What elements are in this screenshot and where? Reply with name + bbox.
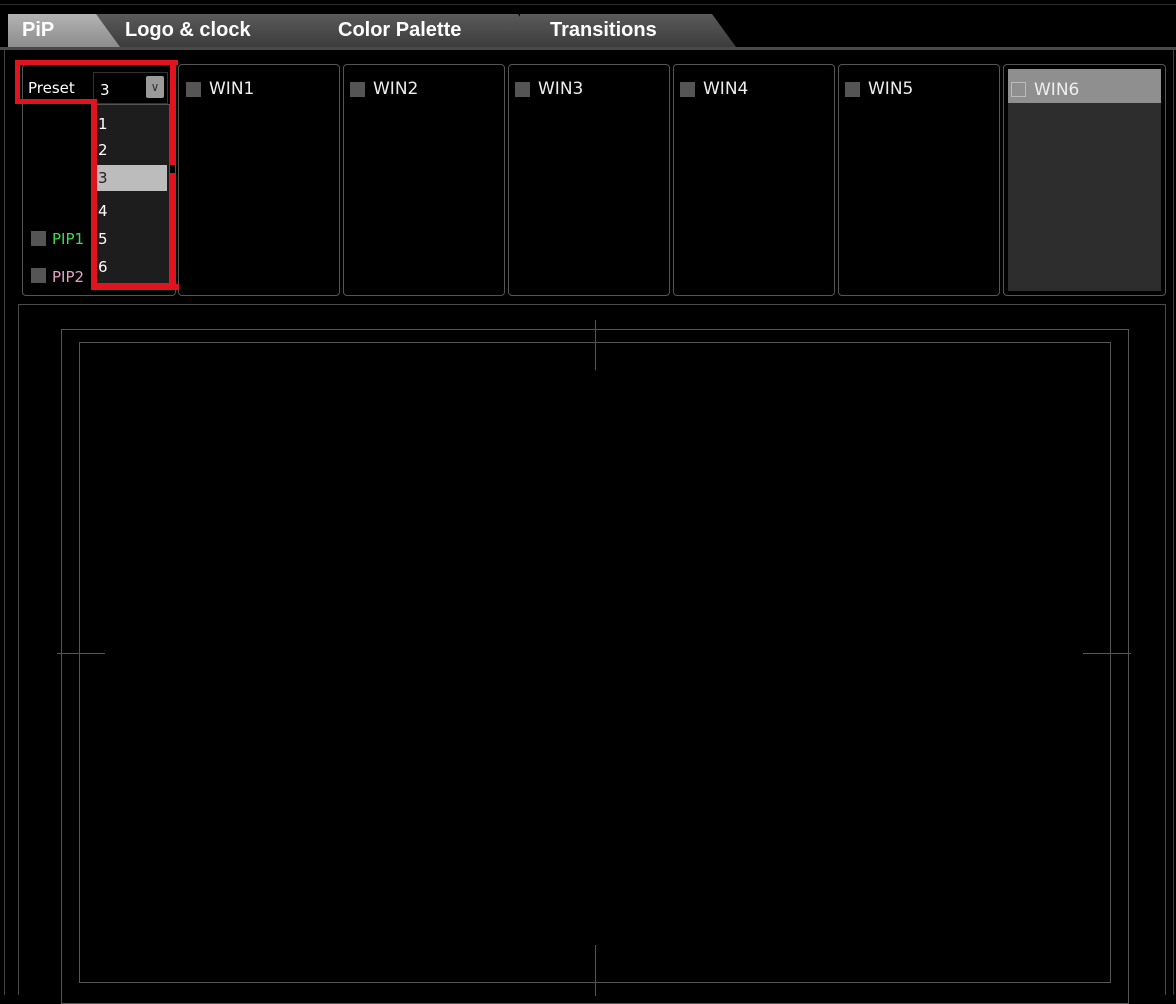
win1-label: WIN1 bbox=[209, 79, 255, 99]
crosshair-bottom bbox=[595, 945, 596, 996]
win3-label: WIN3 bbox=[538, 79, 584, 99]
pip2-label: PIP2 bbox=[52, 268, 85, 286]
pip2-checkbox[interactable] bbox=[31, 268, 46, 283]
preset-option-5[interactable]: 5 bbox=[96, 226, 167, 252]
crosshair-right bbox=[1083, 653, 1131, 654]
window-cell-win4[interactable]: WIN4 bbox=[673, 64, 835, 296]
chevron-down-icon[interactable]: ∨ bbox=[146, 76, 164, 98]
win5-label: WIN5 bbox=[868, 79, 914, 99]
preset-option-3[interactable]: 3 bbox=[96, 165, 167, 191]
window-cell-win5[interactable]: WIN5 bbox=[838, 64, 1000, 296]
crosshair-left bbox=[57, 653, 105, 654]
pip1-label: PIP1 bbox=[52, 230, 85, 248]
preset-value: 3 bbox=[100, 81, 110, 99]
preset-label: Preset bbox=[28, 79, 75, 97]
tab-bar-top-line bbox=[0, 4, 1176, 5]
preset-option-1[interactable]: 1 bbox=[96, 111, 167, 137]
preset-option-2[interactable]: 2 bbox=[96, 137, 167, 163]
window-cell-win6[interactable]: WIN6 bbox=[1003, 64, 1166, 296]
preview-canvas[interactable] bbox=[18, 304, 1166, 1004]
window-cell-win3[interactable]: WIN3 bbox=[508, 64, 670, 296]
win6-checkbox[interactable] bbox=[1011, 82, 1026, 97]
pip1-checkbox[interactable] bbox=[31, 231, 46, 246]
win2-label: WIN2 bbox=[373, 79, 419, 99]
win3-checkbox[interactable] bbox=[515, 82, 530, 97]
win6-selected-header bbox=[1008, 69, 1161, 103]
win6-selected-body bbox=[1008, 103, 1161, 291]
window-cell-win2[interactable]: WIN2 bbox=[343, 64, 505, 296]
pip-editor: Transitions Color Palette Logo & clock P… bbox=[0, 0, 1176, 1004]
win4-checkbox[interactable] bbox=[680, 82, 695, 97]
preset-dropdown-list: 1 2 3 4 5 6 bbox=[93, 104, 170, 284]
tab-logo-clock[interactable]: Logo & clock bbox=[95, 14, 340, 47]
preset-option-6[interactable]: 6 bbox=[96, 254, 167, 280]
tab-bar: Transitions Color Palette Logo & clock P… bbox=[0, 0, 1176, 50]
win2-checkbox[interactable] bbox=[350, 82, 365, 97]
preset-select[interactable]: 3 ∨ bbox=[93, 72, 168, 104]
tab-color-palette[interactable]: Color Palette bbox=[314, 14, 542, 47]
preset-option-4[interactable]: 4 bbox=[96, 198, 167, 224]
win4-label: WIN4 bbox=[703, 79, 749, 99]
inner-safe-area bbox=[79, 342, 1111, 983]
win1-checkbox[interactable] bbox=[186, 82, 201, 97]
tab-transitions[interactable]: Transitions bbox=[520, 14, 736, 47]
window-cell-win1[interactable]: WIN1 bbox=[178, 64, 340, 296]
crosshair-top bbox=[595, 320, 596, 370]
win5-checkbox[interactable] bbox=[845, 82, 860, 97]
win6-label: WIN6 bbox=[1034, 80, 1080, 100]
